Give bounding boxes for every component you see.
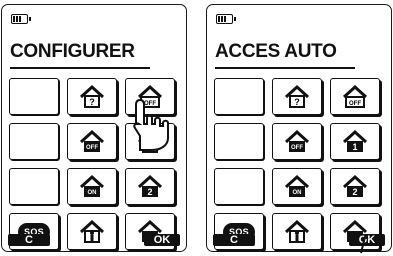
blank-button[interactable]: [214, 78, 264, 115]
blank-button[interactable]: [214, 168, 264, 205]
button-grid: ? OFF OFF 1 ON 2 SOS: [214, 78, 380, 250]
house-off-button[interactable]: OFF: [330, 78, 380, 115]
house-on-icon: ON: [79, 174, 105, 197]
house-off-button[interactable]: OFF: [125, 78, 175, 115]
battery-icon: [11, 14, 31, 24]
house-off-icon: OFF: [137, 84, 163, 108]
help-house-button[interactable]: ?: [67, 78, 117, 115]
house-label: OFF: [349, 101, 361, 107]
house-on-button[interactable]: ON: [67, 168, 117, 205]
house-zone-1-button[interactable]: 1: [330, 123, 380, 160]
house-label: 2: [352, 187, 357, 197]
title-divider: [215, 67, 355, 69]
person-house-button[interactable]: [67, 213, 117, 250]
house-off-partial-button[interactable]: OFF: [272, 123, 322, 160]
house-off-icon: OFF: [284, 129, 310, 152]
house-off-icon: OFF: [79, 129, 105, 152]
help-house-button[interactable]: ?: [272, 78, 322, 115]
person-house-button[interactable]: [272, 213, 322, 250]
blank-button[interactable]: [214, 123, 264, 160]
house-on-icon: ON: [284, 174, 310, 197]
house-button[interactable]: [125, 123, 175, 160]
title-divider: [10, 67, 150, 69]
house-label: ?: [89, 97, 95, 107]
cancel-softkey[interactable]: C: [213, 234, 255, 246]
screen-title: ACCES AUTO: [215, 41, 337, 62]
house-off-icon: OFF: [342, 84, 368, 108]
house-question-icon: ?: [284, 84, 310, 108]
house-2-icon: 2: [137, 174, 163, 197]
house-label: OFF: [86, 145, 98, 151]
blank-button[interactable]: [9, 78, 59, 115]
house-question-icon: ?: [79, 84, 105, 108]
battery-icon: [216, 14, 236, 24]
house-label: OFF: [144, 101, 156, 107]
house-label: ON: [293, 190, 302, 196]
house-label: OFF: [291, 145, 303, 151]
pointer-icon: [360, 235, 369, 254]
house-on-button[interactable]: ON: [272, 168, 322, 205]
house-1-icon: 1: [342, 129, 368, 152]
configurer-screen: CONFIGURER ? OFF OFF ON 2 SOS C OK: [1, 4, 187, 252]
house-label: 1: [352, 142, 357, 152]
acces-auto-screen: ACCES AUTO ? OFF OFF 1 ON 2 SOS C OK: [206, 4, 392, 254]
ok-softkey[interactable]: OK: [144, 234, 180, 246]
button-grid: ? OFF OFF ON 2 SOS: [9, 78, 175, 250]
house-icon: [137, 129, 163, 153]
screen-title: CONFIGURER: [10, 41, 135, 62]
house-zone-2-button[interactable]: 2: [330, 168, 380, 205]
house-off-partial-button[interactable]: OFF: [67, 123, 117, 160]
house-label: ?: [294, 97, 300, 107]
person-house-icon: [79, 219, 105, 243]
blank-button[interactable]: [9, 168, 59, 205]
house-label: 2: [147, 187, 152, 197]
cancel-softkey[interactable]: C: [8, 234, 50, 246]
house-2-icon: 2: [342, 174, 368, 197]
house-label: ON: [88, 190, 97, 196]
person-house-icon: [284, 219, 310, 243]
house-zone-2-button[interactable]: 2: [125, 168, 175, 205]
blank-button[interactable]: [9, 123, 59, 160]
